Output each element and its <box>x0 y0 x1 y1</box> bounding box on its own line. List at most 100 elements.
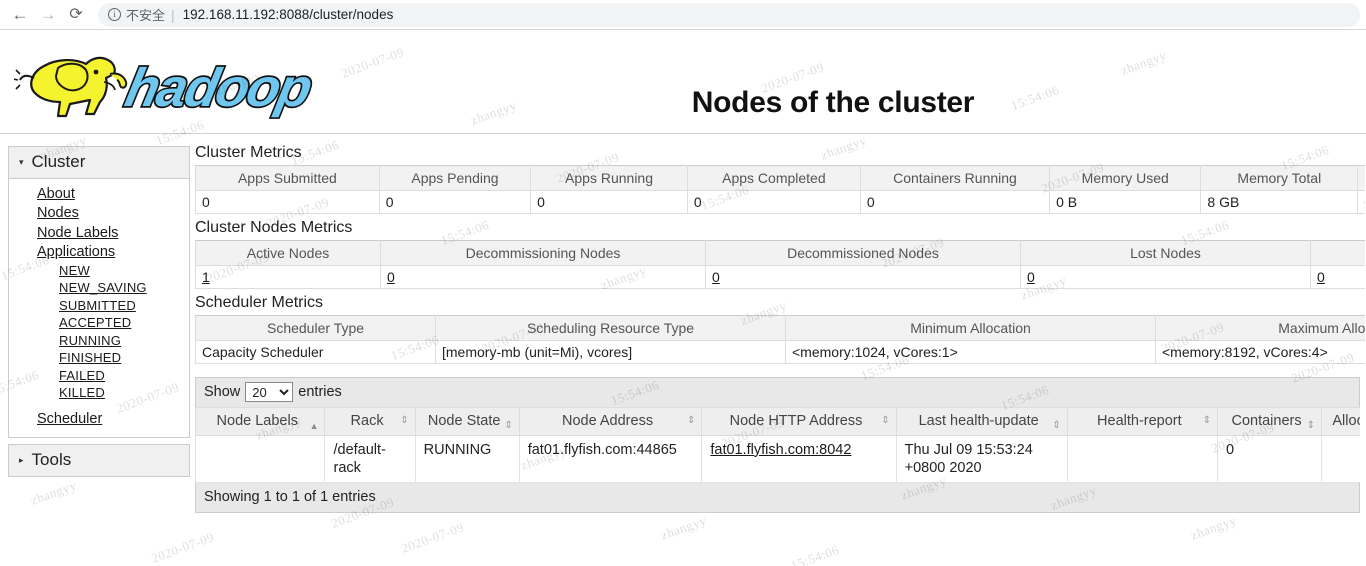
th-label: Node State <box>427 413 501 429</box>
td-node-state: RUNNING <box>414 434 520 483</box>
th-scheduler-type: Scheduler Type <box>195 315 436 341</box>
security-status-label: 不安全 <box>126 8 166 23</box>
sidebar-item-accepted[interactable]: ACCEPTED <box>9 314 189 331</box>
nav-block-cluster: ▾ Cluster About Nodes Node Labels Applic… <box>8 146 190 438</box>
th-label: Last health-update <box>918 413 1039 429</box>
sidebar-item-failed[interactable]: FAILED <box>9 367 189 384</box>
td-health-report <box>1066 434 1219 483</box>
link-active-nodes-count[interactable]: 1 <box>202 269 210 285</box>
td-scheduling-resource-type: [memory-mb (unit=Mi), vcores] <box>435 340 786 364</box>
datatable-length-bar: Show 204060 80100 entries <box>195 377 1360 407</box>
link-unhealthy-nodes-count[interactable]: 0 <box>1317 269 1325 285</box>
browser-toolbar: ← → ⟳ i 不安全 | 192.168.11.192:8088/cluste… <box>0 0 1366 30</box>
sidebar-section-cluster-label: Cluster <box>31 152 86 171</box>
link-node-http-address[interactable]: fat01.flyfish.com:8042 <box>710 442 851 458</box>
datatable-info: Showing 1 to 1 of 1 entries <box>195 482 1360 513</box>
sidebar-item-submitted[interactable]: SUBMITTED <box>9 297 189 314</box>
th-unhealthy-nodes: Unhealthy Nodes <box>1310 240 1365 266</box>
nav-body-cluster: About Nodes Node Labels Applications NEW… <box>9 179 189 437</box>
nodes-table-wrapper: Node Labels ▲ Rack ⇕ Node State ⇕ Node A… <box>195 407 1360 483</box>
th-containers-running: Containers Running <box>859 165 1051 191</box>
chevron-right-icon: ▸ <box>19 454 24 465</box>
sidebar-item-new[interactable]: NEW <box>9 262 189 279</box>
td-memory-used: 0 B <box>1049 190 1202 214</box>
nav-block-tools: ▸ Tools <box>8 444 190 477</box>
sidebar-item-applications[interactable]: Applications <box>9 243 189 262</box>
cluster-nodes-metrics-table-wrapper: Active Nodes Decommissioning Nodes Decom… <box>195 240 1365 294</box>
sidebar-item-scheduler[interactable]: Scheduler <box>9 410 189 429</box>
th-memory-total: Memory Total <box>1200 165 1359 191</box>
reload-icon[interactable]: ⟳ <box>62 2 90 28</box>
sidebar-item-node-labels[interactable]: Node Labels <box>9 224 189 243</box>
td-containers: 0 <box>1217 434 1323 483</box>
th-label: Node Address <box>561 413 654 429</box>
th-last-health-update[interactable]: Last health-update ⇕ <box>895 407 1068 436</box>
sidebar-item-nodes[interactable]: Nodes <box>9 204 189 223</box>
table-row: /default-rack RUNNING fat01.flyfish.com:… <box>195 434 1360 483</box>
sort-both-icon: ⇕ <box>504 419 513 431</box>
th-apps-running: Apps Running <box>530 165 688 191</box>
table-header-row: Node Labels ▲ Rack ⇕ Node State ⇕ Node A… <box>195 407 1360 436</box>
link-lost-nodes-count[interactable]: 0 <box>1027 269 1035 285</box>
th-decommissioning-nodes: Decommissioning Nodes <box>380 240 706 266</box>
link-decommissioned-nodes-count[interactable]: 0 <box>712 269 720 285</box>
cluster-metrics-table-wrapper: Apps Submitted Apps Pending Apps Running… <box>195 165 1365 219</box>
sidebar-section-tools[interactable]: ▸ Tools <box>9 445 189 476</box>
th-node-address[interactable]: Node Address ⇕ <box>518 407 703 436</box>
cluster-nodes-metrics-table: Active Nodes Decommissioning Nodes Decom… <box>195 240 1365 289</box>
forward-arrow-icon[interactable]: → <box>34 2 62 28</box>
th-label: Node Labels <box>216 413 298 429</box>
td-apps-submitted: 0 <box>195 190 380 214</box>
th-node-state[interactable]: Node State ⇕ <box>414 407 520 436</box>
sort-asc-icon: ▲ <box>309 420 319 431</box>
nodes-datatable: Show 204060 80100 entries <box>195 377 1360 513</box>
th-node-http-address[interactable]: Node HTTP Address ⇕ <box>701 407 897 436</box>
td-node-labels <box>195 434 326 483</box>
td-apps-completed: 0 <box>686 190 861 214</box>
th-rack[interactable]: Rack ⇕ <box>324 407 416 436</box>
link-decommissioning-nodes-count[interactable]: 0 <box>387 269 395 285</box>
th-label: Health-report <box>1097 413 1182 429</box>
info-circle-icon[interactable]: i <box>108 8 121 21</box>
td-rack: /default-rack <box>324 434 416 483</box>
nodes-table: Node Labels ▲ Rack ⇕ Node State ⇕ Node A… <box>195 407 1360 483</box>
watermark-date: 2020-07-09 <box>399 519 467 556</box>
sidebar-section-cluster[interactable]: ▾ Cluster <box>9 147 189 179</box>
table-row: Capacity Scheduler [memory-mb (unit=Mi),… <box>195 340 1365 364</box>
td-apps-pending: 0 <box>378 190 532 214</box>
td-allocation-tags <box>1321 434 1360 483</box>
watermark-user: zhangyy <box>658 512 709 543</box>
th-memory-reserved: Memory Reserved <box>1357 165 1365 191</box>
th-maximum-allocation: Maximum Allocation <box>1155 315 1365 341</box>
page-title: Nodes of the cluster <box>691 86 975 119</box>
show-label: Show <box>204 384 241 400</box>
th-node-labels[interactable]: Node Labels ▲ <box>195 407 326 436</box>
th-apps-submitted: Apps Submitted <box>195 165 380 191</box>
watermark-time: 15:54:06 <box>214 562 267 566</box>
th-scheduling-resource-type: Scheduling Resource Type <box>435 315 786 341</box>
cluster-metrics-title: Cluster Metrics <box>195 144 302 161</box>
address-bar[interactable]: i 不安全 | 192.168.11.192:8088/cluster/node… <box>98 2 1360 27</box>
sidebar-item-running[interactable]: RUNNING <box>9 332 189 349</box>
table-header-row: Apps Submitted Apps Pending Apps Running… <box>195 165 1365 191</box>
sidebar-item-killed[interactable]: KILLED <box>9 384 189 401</box>
sidebar-item-new-saving[interactable]: NEW_SAVING <box>9 279 189 296</box>
th-apps-completed: Apps Completed <box>686 165 861 191</box>
th-health-report[interactable]: Health-report ⇕ <box>1066 407 1219 436</box>
table-row: 1 0 0 0 0 <box>195 265 1365 289</box>
th-allocation-tags[interactable]: Allocation Tags ⇕ <box>1321 407 1360 436</box>
th-apps-pending: Apps Pending <box>378 165 532 191</box>
back-arrow-icon[interactable]: ← <box>6 2 34 28</box>
th-label: Allocation Tags <box>1332 413 1360 429</box>
sort-both-icon: ⇕ <box>1202 415 1212 426</box>
cluster-nodes-metrics-title: Cluster Nodes Metrics <box>195 219 353 236</box>
sidebar-item-finished[interactable]: FINISHED <box>9 349 189 366</box>
th-containers[interactable]: Containers ⇕ <box>1217 407 1323 436</box>
sidebar-section-tools-label: Tools <box>31 450 72 469</box>
sidebar-item-about[interactable]: About <box>9 185 189 204</box>
th-label: Containers <box>1231 413 1302 429</box>
td-containers-running: 0 <box>859 190 1051 214</box>
th-label: Node HTTP Address <box>729 413 863 429</box>
entries-per-page-select[interactable]: 204060 80100 <box>245 382 294 402</box>
